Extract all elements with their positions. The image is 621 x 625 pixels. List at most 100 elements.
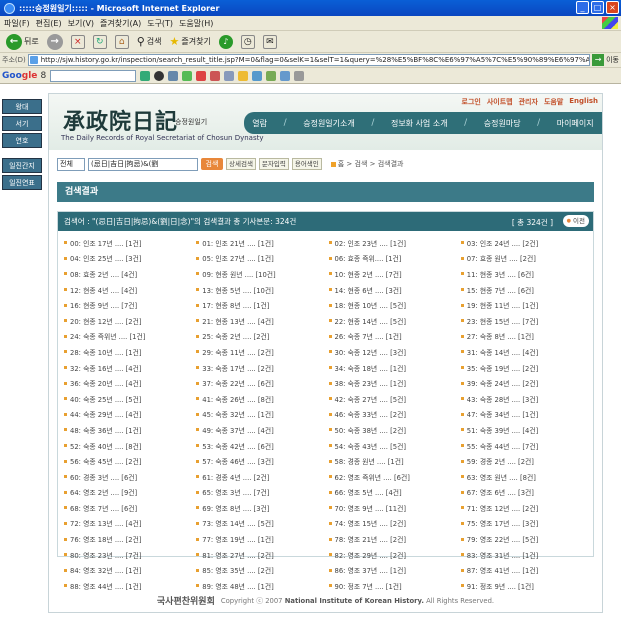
search-input[interactable]: (忌日|吉日|拘忌)&(劉 — [88, 157, 198, 171]
result-link[interactable]: 40: 숙종 25년 .... [5건] — [64, 391, 196, 407]
sitemap-link[interactable]: 사이트맵 — [487, 97, 513, 107]
result-link[interactable]: 39: 숙종 24년 .... [2건] — [460, 375, 593, 391]
menu-edit[interactable]: 편집(E) — [36, 18, 62, 29]
result-link[interactable]: 06: 효종 즉위.... [1건] — [328, 251, 461, 267]
char-input-button[interactable]: 문자입력 — [258, 158, 289, 170]
result-link[interactable]: 32: 숙종 16년 .... [4건] — [64, 360, 196, 376]
result-link[interactable]: 50: 숙종 38년 .... [2건] — [328, 422, 461, 438]
result-link[interactable]: 48: 숙종 36년 .... [1건] — [64, 422, 196, 438]
menu-tools[interactable]: 도구(T) — [147, 18, 173, 29]
address-input[interactable]: http://sjw.history.go.kr/inspection/sear… — [27, 54, 591, 66]
result-link[interactable]: 79: 영조 22년 .... [5건] — [460, 531, 593, 547]
stop-button[interactable]: × — [69, 33, 87, 51]
result-link[interactable]: 74: 영조 15년 .... [2건] — [328, 516, 461, 532]
result-link[interactable]: 08: 효종 2년 .... [4건] — [64, 266, 196, 282]
result-link[interactable]: 37: 숙종 22년 .... [6건] — [196, 375, 328, 391]
result-link[interactable]: 58: 경종 원년 .... [1건] — [328, 453, 461, 469]
history-button[interactable]: ◷ — [239, 33, 257, 51]
result-link[interactable]: 29: 숙종 11년 .... [2건] — [196, 344, 328, 360]
result-link[interactable]: 26: 숙종 7년 .... [1건] — [328, 329, 461, 345]
result-link[interactable]: 73: 영조 14년 .... [5건] — [196, 516, 328, 532]
result-link[interactable]: 02: 인조 23년 .... [1건] — [328, 235, 461, 251]
spellcheck-icon[interactable] — [266, 70, 277, 81]
result-link[interactable]: 07: 효종 원년 .... [2건] — [460, 251, 593, 267]
result-link[interactable]: 54: 숙종 43년 .... [5건] — [328, 438, 461, 454]
nav-project[interactable]: 정보화 사업 소개 — [391, 118, 448, 129]
result-link[interactable]: 80: 영조 23년 .... [7건] — [64, 547, 196, 563]
english-link[interactable]: English — [569, 97, 598, 107]
search-scope-select[interactable]: 전체 — [57, 157, 85, 171]
star-bookmark-icon[interactable] — [238, 70, 249, 81]
result-link[interactable]: 78: 영조 21년 .... [2건] — [328, 531, 461, 547]
admin-link[interactable]: 관리자 — [519, 97, 538, 107]
result-link[interactable]: 42: 숙종 27년 .... [5건] — [328, 391, 461, 407]
result-link[interactable]: 34: 숙종 18년 .... [1건] — [328, 360, 461, 376]
close-button[interactable]: × — [606, 1, 619, 14]
result-link[interactable]: 05: 인조 27년 .... [1건] — [196, 251, 328, 267]
prev-button[interactable]: 이전 — [562, 215, 589, 227]
site-logo[interactable]: 承政院日記 — [63, 104, 178, 136]
left-nav-chart[interactable]: 일진연표 — [2, 175, 42, 190]
refresh-button[interactable]: ↻ — [91, 33, 109, 51]
result-link[interactable]: 21: 현종 13년 .... [4건] — [196, 313, 328, 329]
result-link[interactable]: 85: 영조 35년 .... [2건] — [196, 562, 328, 578]
result-link[interactable]: 60: 경종 3년 .... [6건] — [64, 469, 196, 485]
bookmark-icon[interactable] — [196, 70, 207, 81]
result-link[interactable]: 87: 영조 41년 .... [1건] — [460, 562, 593, 578]
result-link[interactable]: 67: 영조 6년 .... [3건] — [460, 485, 593, 501]
result-link[interactable]: 25: 숙종 2년 .... [2건] — [196, 329, 328, 345]
menu-favorites[interactable]: 즐겨찾기(A) — [100, 18, 141, 29]
nav-community[interactable]: 승정원마당 — [484, 118, 521, 129]
result-link[interactable]: 35: 숙종 19년 .... [2건] — [460, 360, 593, 376]
result-link[interactable]: 82: 영조 29년 .... [2건] — [328, 547, 461, 563]
go-arrow-icon[interactable]: → — [592, 54, 605, 66]
minimize-button[interactable]: _ — [576, 1, 589, 14]
result-link[interactable]: 30: 숙종 12년 .... [3건] — [328, 344, 461, 360]
result-link[interactable]: 15: 현종 7년 .... [6건] — [460, 282, 593, 298]
result-link[interactable]: 45: 숙종 32년 .... [1건] — [196, 407, 328, 423]
result-link[interactable]: 09: 현종 원년 .... [10건] — [196, 266, 328, 282]
result-link[interactable]: 57: 숙종 46년 .... [3건] — [196, 453, 328, 469]
maximize-button[interactable]: □ — [591, 1, 604, 14]
result-link[interactable]: 24: 숙종 즉위년 .... [1건] — [64, 329, 196, 345]
result-link[interactable]: 20: 현종 12년 .... [2건] — [64, 313, 196, 329]
result-link[interactable]: 81: 영조 27년 .... [2건] — [196, 547, 328, 563]
result-link[interactable]: 47: 숙종 34년 .... [1건] — [460, 407, 593, 423]
result-link[interactable]: 51: 숙종 39년 .... [4건] — [460, 422, 593, 438]
result-link[interactable]: 41: 숙종 26년 .... [8건] — [196, 391, 328, 407]
result-link[interactable]: 66: 영조 5년 .... [4건] — [328, 485, 461, 501]
translate-icon[interactable] — [280, 70, 291, 81]
result-link[interactable]: 12: 현종 4년 .... [4건] — [64, 282, 196, 298]
home-button[interactable]: ⌂ — [113, 33, 131, 51]
result-link[interactable]: 86: 영조 37년 .... [1건] — [328, 562, 461, 578]
result-link[interactable]: 62: 영조 즉위년 .... [6건] — [328, 469, 461, 485]
result-link[interactable]: 76: 영조 18년 .... [2건] — [64, 531, 196, 547]
media-button[interactable]: ♪ — [217, 33, 235, 51]
result-link[interactable]: 01: 인조 21년 .... [1건] — [196, 235, 328, 251]
nav-browse[interactable]: 열람 — [252, 118, 267, 129]
result-link[interactable]: 83: 영조 31년 .... [1건] — [460, 547, 593, 563]
result-link[interactable]: 52: 숙종 40년 .... [8건] — [64, 438, 196, 454]
result-link[interactable]: 16: 현종 9년 .... [7건] — [64, 297, 196, 313]
nav-mypage[interactable]: 마이페이지 — [557, 118, 594, 129]
result-link[interactable]: 61: 경종 4년 .... [2건] — [196, 469, 328, 485]
result-link[interactable]: 13: 현종 5년 .... [10건] — [196, 282, 328, 298]
forward-button[interactable]: → — [45, 33, 65, 51]
result-link[interactable]: 56: 숙종 45년 .... [2건] — [64, 453, 196, 469]
result-link[interactable]: 31: 숙종 14년 .... [4건] — [460, 344, 593, 360]
result-link[interactable]: 38: 숙종 23년 .... [1건] — [328, 375, 461, 391]
share-icon[interactable] — [224, 70, 235, 81]
left-nav-era[interactable]: 연호 — [2, 133, 42, 148]
result-link[interactable]: 77: 영조 19년 .... [1건] — [196, 531, 328, 547]
favorites-button[interactable]: ★ 즐겨찾기 — [168, 33, 213, 51]
result-link[interactable]: 65: 영조 3년 .... [7건] — [196, 485, 328, 501]
search-submit-button[interactable]: 검색 — [201, 158, 223, 170]
login-link[interactable]: 로그인 — [462, 97, 481, 107]
left-nav-year[interactable]: 서기 — [2, 116, 42, 131]
result-link[interactable]: 84: 영조 32년 .... [1건] — [64, 562, 196, 578]
mail-button[interactable]: ✉ — [261, 33, 279, 51]
menu-view[interactable]: 보기(V) — [68, 18, 94, 29]
left-nav-ganji[interactable]: 일진간지 — [2, 158, 42, 173]
result-link[interactable]: 59: 경종 2년 .... [2건] — [460, 453, 593, 469]
term-index-button[interactable]: 용어색인 — [291, 158, 322, 170]
